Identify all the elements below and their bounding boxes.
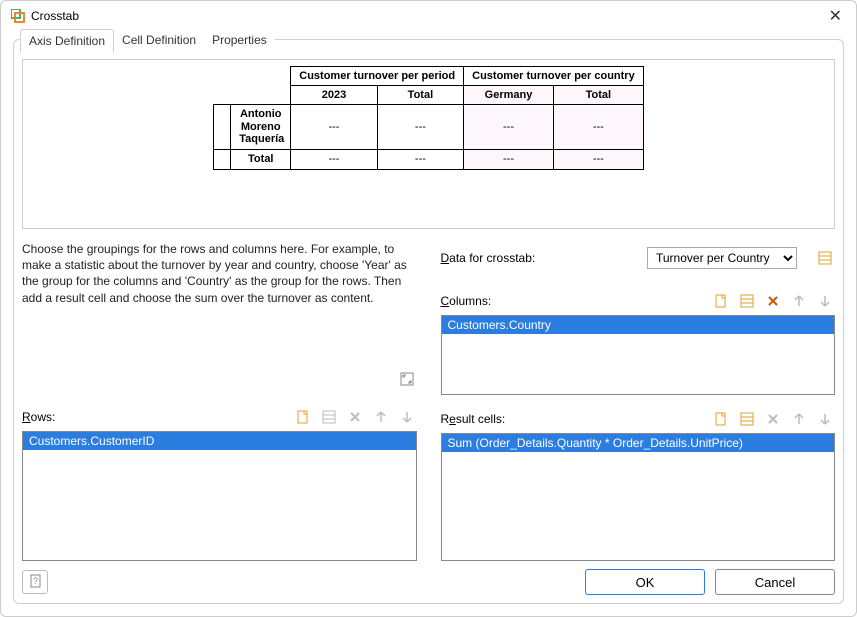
svg-text:?: ? xyxy=(33,576,38,586)
result-cells-label: Result cells: xyxy=(441,412,506,426)
list-item[interactable]: Customers.Country xyxy=(442,316,835,334)
rows-listbox[interactable]: Customers.CustomerID xyxy=(22,431,417,561)
preview-rowhead-1: Antonio Moreno Taquería xyxy=(231,105,291,150)
tab-axis-definition[interactable]: Axis Definition xyxy=(20,29,114,53)
columns-label: Columns: xyxy=(441,294,492,308)
ok-button[interactable]: OK xyxy=(585,569,705,595)
preview-cell: --- xyxy=(377,105,463,150)
preview-cell: --- xyxy=(291,105,377,150)
preview-table: Customer turnover per period Customer tu… xyxy=(213,66,643,170)
preview-cell: --- xyxy=(377,149,463,169)
description-text: Choose the groupings for the rows and co… xyxy=(22,241,417,341)
expand-icon[interactable] xyxy=(397,369,417,389)
preview-group-2: Customer turnover per country xyxy=(464,67,644,86)
move-up-icon[interactable] xyxy=(789,291,809,311)
preview-col-4: Total xyxy=(553,86,643,105)
data-properties-icon[interactable] xyxy=(815,248,835,268)
preview-pane: Customer turnover per period Customer tu… xyxy=(22,59,835,229)
preview-group-1: Customer turnover per period xyxy=(291,67,464,86)
preview-cell: --- xyxy=(553,105,643,150)
preview-col-1: 2023 xyxy=(291,86,377,105)
preview-cell: --- xyxy=(553,149,643,169)
preview-col-3: Germany xyxy=(464,86,554,105)
properties-icon[interactable] xyxy=(319,407,339,427)
new-icon[interactable] xyxy=(711,409,731,429)
crosstab-dialog: Crosstab ✕ Axis Definition Cell Definiti… xyxy=(0,0,857,617)
list-item[interactable]: Sum (Order_Details.Quantity * Order_Deta… xyxy=(442,434,835,452)
preview-cell: --- xyxy=(464,149,554,169)
properties-icon[interactable] xyxy=(737,409,757,429)
columns-listbox[interactable]: Customers.Country xyxy=(441,315,836,395)
tab-bar: Axis Definition Cell Definition Properti… xyxy=(20,29,835,53)
preview-rowhead-2: Total xyxy=(231,149,291,169)
content-frame: Axis Definition Cell Definition Properti… xyxy=(13,39,844,604)
delete-icon[interactable] xyxy=(763,409,783,429)
new-icon[interactable] xyxy=(711,291,731,311)
move-down-icon[interactable] xyxy=(397,407,417,427)
move-up-icon[interactable] xyxy=(789,409,809,429)
window-title: Crosstab xyxy=(31,9,825,23)
tab-properties[interactable]: Properties xyxy=(204,29,275,53)
titlebar: Crosstab ✕ xyxy=(1,1,856,31)
list-item[interactable]: Customers.CustomerID xyxy=(23,432,416,450)
cancel-button[interactable]: Cancel xyxy=(715,569,835,595)
move-down-icon[interactable] xyxy=(815,409,835,429)
close-icon[interactable]: ✕ xyxy=(825,6,846,26)
app-icon xyxy=(11,9,25,23)
delete-icon[interactable] xyxy=(763,291,783,311)
move-down-icon[interactable] xyxy=(815,291,835,311)
new-icon[interactable] xyxy=(293,407,313,427)
preview-col-2: Total xyxy=(377,86,463,105)
help-button[interactable]: ? xyxy=(22,570,48,594)
delete-icon[interactable] xyxy=(345,407,365,427)
result-cells-listbox[interactable]: Sum (Order_Details.Quantity * Order_Deta… xyxy=(441,433,836,561)
preview-cell: --- xyxy=(291,149,377,169)
properties-icon[interactable] xyxy=(737,291,757,311)
rows-label: Rows: xyxy=(22,410,55,424)
tab-cell-definition[interactable]: Cell Definition xyxy=(114,29,204,53)
move-up-icon[interactable] xyxy=(371,407,391,427)
data-label: Data for crosstab: xyxy=(441,251,536,265)
data-select[interactable]: Turnover per Country xyxy=(647,247,797,269)
preview-cell: --- xyxy=(464,105,554,150)
